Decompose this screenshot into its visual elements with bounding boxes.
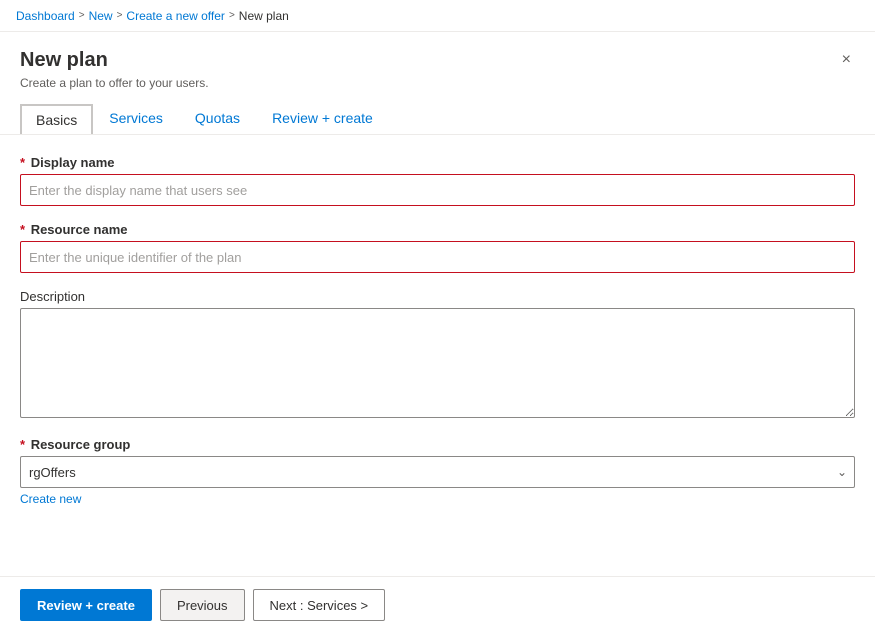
- description-group: Description: [20, 289, 855, 421]
- display-name-required-star: *: [20, 155, 25, 170]
- resource-name-group: * Resource name: [20, 222, 855, 273]
- resource-name-label: * Resource name: [20, 222, 855, 237]
- panel-header: New plan Create a plan to offer to your …: [0, 32, 875, 90]
- resource-name-input[interactable]: [20, 241, 855, 273]
- page-title: New plan: [20, 48, 209, 72]
- display-name-label: * Display name: [20, 155, 855, 170]
- breadcrumb-new[interactable]: New: [89, 9, 113, 23]
- resource-group-group: * Resource group rgOffers ⌄ Create new: [20, 437, 855, 506]
- display-name-input[interactable]: [20, 174, 855, 206]
- next-services-button[interactable]: Next : Services >: [253, 589, 386, 621]
- resource-group-label: * Resource group: [20, 437, 855, 452]
- resource-group-required-star: *: [20, 437, 25, 452]
- resource-group-select-wrapper: rgOffers ⌄: [20, 456, 855, 488]
- display-name-group: * Display name: [20, 155, 855, 206]
- breadcrumb-dashboard[interactable]: Dashboard: [16, 9, 75, 23]
- tab-quotas[interactable]: Quotas: [179, 102, 256, 134]
- create-new-link[interactable]: Create new: [20, 492, 81, 506]
- close-button[interactable]: ×: [838, 48, 855, 72]
- top-bar: Dashboard > New > Create a new offer > N…: [0, 0, 875, 32]
- panel-footer: Review + create Previous Next : Services…: [0, 576, 875, 633]
- form-body: * Display name * Resource name Descripti…: [0, 135, 875, 576]
- breadcrumb-sep-1: >: [79, 10, 85, 21]
- tab-services[interactable]: Services: [93, 102, 179, 134]
- breadcrumb-sep-3: >: [229, 10, 235, 21]
- review-create-button[interactable]: Review + create: [20, 589, 152, 621]
- breadcrumb-sep-2: >: [117, 10, 123, 21]
- breadcrumb-create-offer[interactable]: Create a new offer: [126, 9, 225, 23]
- resource-name-required-star: *: [20, 222, 25, 237]
- tab-bar: Basics Services Quotas Review + create: [0, 90, 875, 135]
- breadcrumb-current: New plan: [239, 9, 289, 23]
- new-plan-panel: New plan Create a plan to offer to your …: [0, 32, 875, 633]
- previous-button[interactable]: Previous: [160, 589, 245, 621]
- breadcrumb: Dashboard > New > Create a new offer > N…: [16, 9, 289, 23]
- resource-group-select[interactable]: rgOffers: [20, 456, 855, 488]
- description-textarea[interactable]: [20, 308, 855, 418]
- description-label: Description: [20, 289, 855, 304]
- panel-subtitle: Create a plan to offer to your users.: [20, 76, 209, 90]
- panel-header-text: New plan Create a plan to offer to your …: [20, 48, 209, 90]
- tab-review-create[interactable]: Review + create: [256, 102, 389, 134]
- tab-basics[interactable]: Basics: [20, 104, 93, 134]
